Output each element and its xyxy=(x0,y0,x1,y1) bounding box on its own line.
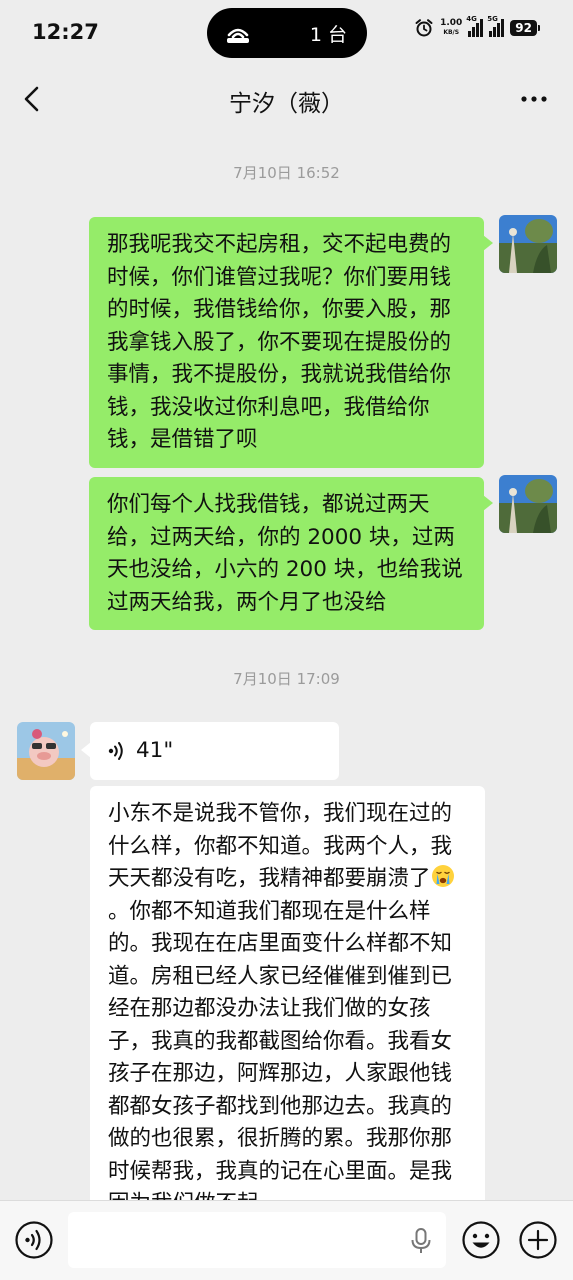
dynamic-island[interactable]: 1 台 xyxy=(207,8,367,58)
status-bar: 12:27 1 台 1.00 KB/S 4G 5G 92 xyxy=(0,0,573,66)
my-avatar[interactable] xyxy=(499,215,557,273)
message-text-part1: 小东不是说我不管你，我们现在过的什么样，你都不知道。我两个人，我天天都没有吃，我… xyxy=(108,801,453,891)
network-speed: 1.00 KB/S xyxy=(440,19,462,37)
battery-indicator: 92 xyxy=(510,20,540,36)
avatar-image xyxy=(17,722,75,780)
network-speed-unit: KB/S xyxy=(443,29,460,36)
message-list[interactable]: 7月10日 16:52 那我呢我交不起房租，交不起电费的时候，你们谁管过我呢？你… xyxy=(0,132,573,1200)
emoji-icon[interactable] xyxy=(461,1220,501,1260)
outgoing-message-bubble[interactable]: 你们每个人找我借钱，都说过两天给，过两天给，你的 2000 块，过两天也没给，小… xyxy=(89,477,493,630)
voice-duration: 41" xyxy=(136,737,174,763)
signal-4g-icon: 4G xyxy=(466,15,484,37)
status-time: 12:27 xyxy=(32,20,99,44)
network-4g-label: 4G xyxy=(466,15,477,23)
contact-avatar[interactable] xyxy=(17,722,75,780)
voice-wave-icon xyxy=(108,742,123,760)
chat-input-bar xyxy=(0,1200,573,1280)
incoming-message-bubble[interactable]: 小东不是说我不管你，我们现在过的什么样，你都不知道。我两个人，我天天都没有吃，我… xyxy=(90,786,485,1200)
voice-message-bubble[interactable]: 41" xyxy=(81,722,339,780)
message-text-part2: 。你都不知道我们都现在是什么样的。我现在在店里面变什么样都不知道。房租已经人家已… xyxy=(108,898,453,1201)
network-5g-label: 5G xyxy=(487,15,498,23)
plus-icon[interactable] xyxy=(518,1220,558,1260)
more-dots-icon[interactable] xyxy=(519,84,549,114)
chat-header: 宁汐（薇） xyxy=(0,66,573,132)
cast-device-count: 1 台 xyxy=(309,24,347,46)
cast-icon xyxy=(227,28,249,43)
avatar-image xyxy=(499,475,557,533)
chat-title: 宁汐（薇） xyxy=(229,91,344,117)
alarm-icon xyxy=(415,19,433,37)
signal-5g-icon: 5G xyxy=(487,15,505,37)
network-speed-value: 1.00 xyxy=(440,18,463,28)
my-avatar[interactable] xyxy=(499,475,557,533)
voice-mode-icon[interactable] xyxy=(14,1220,54,1260)
mic-icon[interactable] xyxy=(410,1228,432,1254)
message-timestamp: 7月10日 16:52 xyxy=(233,164,340,182)
avatar-image xyxy=(499,215,557,273)
status-icons: 1.00 KB/S 4G 5G 92 xyxy=(414,15,540,38)
message-timestamp: 7月10日 17:09 xyxy=(233,670,340,688)
crying-face-emoji xyxy=(431,865,454,887)
outgoing-message-bubble[interactable]: 那我呢我交不起房租，交不起电费的时候，你们谁管过我呢？你们要用钱的时候，我借钱给… xyxy=(89,217,493,468)
message-input[interactable] xyxy=(68,1212,446,1268)
